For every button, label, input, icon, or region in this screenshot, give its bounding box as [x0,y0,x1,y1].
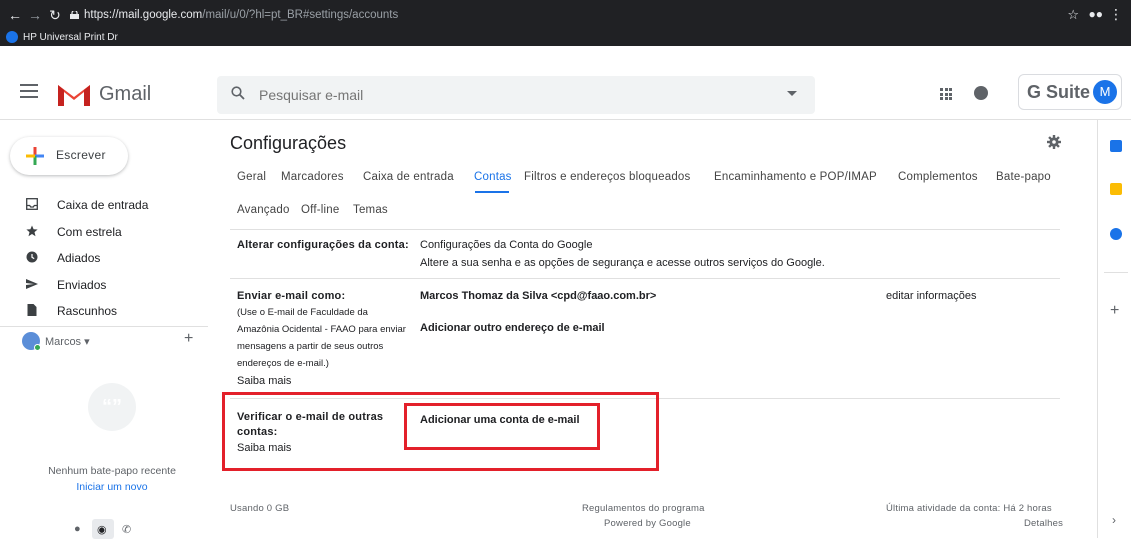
sidebar-item-sent[interactable]: Enviados [0,272,208,299]
bookmark-hp[interactable]: HP Universal Print Dr [6,30,118,44]
page-title: Configurações [230,133,347,153]
compose-button[interactable]: Escrever [10,137,128,175]
forward-icon[interactable]: → [26,7,44,23]
browser-chrome: ← → ↻ https://mail.google.com/mail/u/0/?… [0,0,1131,46]
compose-label: Escrever [56,148,106,162]
storage-usage: Usando 0 GB [230,503,290,514]
url-field[interactable]: https://mail.google.com/mail/u/0/?hl=pt_… [84,9,398,21]
gsuite-label: G Suite [1027,82,1091,102]
sidebar-item-label: Com estrela [57,224,122,239]
edit-info-link[interactable]: editar informações [886,290,977,302]
main-menu-icon[interactable] [20,84,38,98]
divider [230,229,1060,230]
apps-grid-icon[interactable] [940,88,952,100]
tab-forwarding[interactable]: Encaminhamento e POP/IMAP [714,171,877,183]
incognito-icon[interactable]: ●● [1089,7,1104,21]
clock-icon [26,251,38,263]
send-as-learn-more-link[interactable]: Saiba mais [237,375,291,387]
star-icon [26,225,38,236]
back-icon[interactable]: ← [6,7,24,23]
active-tab-indicator [475,191,509,193]
details-link[interactable]: Detalhes [1024,518,1063,529]
tab-advanced[interactable]: Avançado [237,204,290,216]
tab-chat[interactable]: Bate-papo [996,171,1051,183]
tab-themes[interactable]: Temas [353,204,388,216]
add-another-address-link[interactable]: Adicionar outro endereço de e-mail [420,322,605,334]
tasks-icon[interactable] [1110,228,1122,240]
menu-kebab-icon[interactable]: ⋮ [1109,6,1123,23]
hangouts-user-row[interactable]: Marcos ▾ + [22,330,208,352]
tab-filters[interactable]: Filtros e endereços bloqueados [524,171,690,183]
sidebar-item-label: Caixa de entrada [57,198,149,212]
tab-addons[interactable]: Complementos [898,171,978,183]
draft-icon [27,304,37,316]
compose-plus-icon [26,147,44,165]
url-path: /mail/u/0/?hl=pt_BR#settings/accounts [202,9,399,21]
send-icon [26,278,38,289]
gmail-header: Gmail G Suite M [0,68,1131,120]
lock-icon [70,11,79,19]
notifications-icon[interactable] [974,86,988,100]
sidebar-item-label: Enviados [57,277,107,292]
send-mail-as-note: (Use o E-mail de Faculdade da Amazônia O… [237,307,406,369]
url-host: https://mail.google.com [84,9,203,21]
hangouts-bottom-bar: ● ◉ ✆ [70,519,160,539]
hp-logo-icon [6,31,18,43]
sidebar-item-inbox[interactable]: Caixa de entrada [0,192,208,219]
sidebar-item-label: Rascunhos [57,304,118,318]
reload-icon[interactable]: ↻ [46,7,64,24]
account-settings-description: Altere a sua senha e as opções de segura… [420,257,825,269]
search-options-chevron-down-icon[interactable] [787,91,797,96]
calendar-icon[interactable] [1110,140,1122,152]
gmail-wordmark: Gmail [99,83,152,105]
add-contact-plus-icon[interactable]: + [184,330,193,348]
powered-by-google: Powered by Google [604,518,691,529]
contacts-person-icon[interactable]: ● [74,523,81,535]
gmail-logo-icon[interactable] [56,81,92,107]
tab-accounts[interactable]: Contas [474,171,512,183]
avatar[interactable]: M [1093,80,1117,104]
google-account-settings-link[interactable]: Configurações da Conta do Google [420,239,592,251]
no-recent-chat-text: Nenhum bate-papo recente [48,465,176,477]
tab-general[interactable]: Geral [237,171,266,183]
search-input[interactable] [259,84,759,106]
phone-icon[interactable]: ✆ [122,523,131,536]
inbox-icon [26,198,38,210]
program-policies-link[interactable]: Regulamentos do programa [582,503,705,514]
tab-inbox[interactable]: Caixa de entrada [363,171,454,183]
change-account-settings-label: Alterar configurações da conta: [237,239,409,251]
folder-list: Caixa de entrada Com estrela Adiados Env… [0,192,208,325]
sidebar-item-drafts[interactable]: Rascunhos [0,298,208,325]
tab-labels[interactable]: Marcadores [281,171,344,183]
bookmark-label: HP Universal Print Dr [23,31,118,43]
side-panel-divider [1104,272,1128,273]
side-panel: + › [1097,120,1131,538]
search-icon[interactable] [231,86,245,100]
start-new-chat-link[interactable]: Iniciar um novo [0,481,224,493]
gear-icon[interactable] [1047,135,1061,149]
address-bar-row: ← → ↻ https://mail.google.com/mail/u/0/?… [0,5,1131,29]
expand-panel-chevron-right-icon[interactable]: › [1112,513,1116,527]
send-as-address: Marcos Thomaz da Silva <cpd@faao.com.br> [420,290,657,302]
sidebar-item-starred[interactable]: Com estrela [0,219,208,246]
get-addons-plus-icon[interactable]: + [1110,302,1119,320]
sidebar-item-label: Adiados [57,251,101,265]
tab-offline[interactable]: Off-line [301,204,339,216]
highlight-box-inner [404,403,600,450]
hangouts-chat-icon[interactable]: ◉ [97,523,107,536]
online-status-icon [34,344,41,351]
user-name[interactable]: Marcos ▾ [45,335,90,348]
divider [230,278,1060,279]
sidebar-item-snoozed[interactable]: Adiados [0,245,208,272]
sidebar-divider [0,326,208,327]
bookmark-star-icon[interactable]: ☆ [1067,7,1079,23]
last-account-activity: Última atividade da conta: Há 2 horas [886,503,1052,514]
keep-icon[interactable] [1110,183,1122,195]
search-bar[interactable] [217,76,815,114]
gsuite-account-button[interactable]: G Suite M [1018,74,1122,110]
send-mail-as-label: Enviar e-mail como: [237,290,346,302]
hangouts-bubble-icon: “” [88,383,136,431]
